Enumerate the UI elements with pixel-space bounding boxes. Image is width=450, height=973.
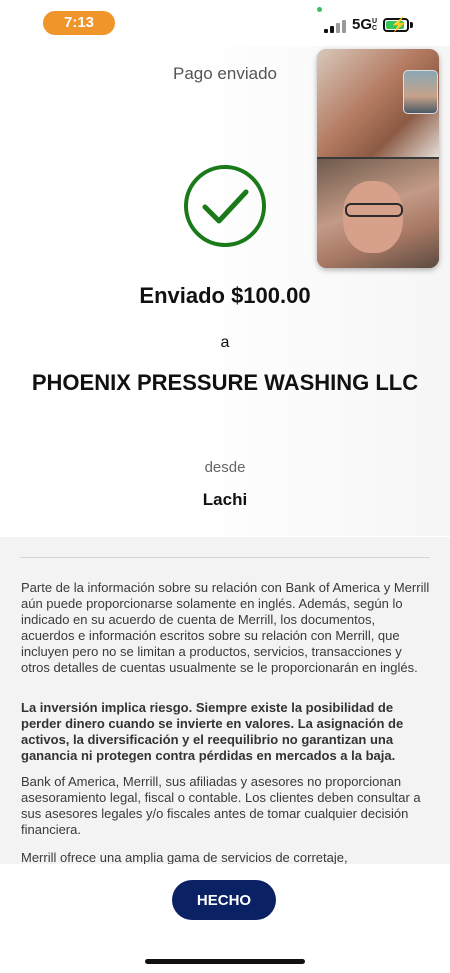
section-divider bbox=[20, 557, 430, 558]
disclaimer-paragraph: Bank of America, Merrill, sus afiliadas … bbox=[21, 774, 421, 837]
video-call-overlay[interactable] bbox=[317, 49, 439, 268]
battery-cap bbox=[410, 22, 413, 28]
from-account-name: Lachi bbox=[202, 490, 248, 509]
network-type: 5GUC bbox=[352, 16, 377, 33]
disclaimer-section[interactable]: Parte de la información sobre su relació… bbox=[0, 537, 450, 864]
sent-amount: Enviado $100.00 bbox=[139, 283, 311, 308]
done-button[interactable]: HECHO bbox=[172, 880, 276, 920]
self-view-thumbnail[interactable] bbox=[403, 70, 438, 114]
to-label: a bbox=[220, 334, 230, 351]
payee-name: PHOENIX PRESSURE WASHING LLC bbox=[31, 370, 419, 395]
network-suffix: UC bbox=[372, 18, 378, 33]
participant-video-feed bbox=[317, 159, 439, 268]
home-indicator[interactable] bbox=[145, 959, 305, 964]
network-label: 5G bbox=[352, 16, 373, 33]
disclaimer-paragraph: Merrill ofrece una amplia gama de servic… bbox=[21, 850, 348, 864]
battery-icon: ⚡ bbox=[383, 16, 409, 32]
cellular-signal-icon bbox=[324, 19, 348, 33]
participant-face bbox=[343, 181, 403, 253]
disclaimer-paragraph-risk: La inversión implica riesgo. Siempre exi… bbox=[21, 700, 404, 763]
status-bar: 7:13 5GUC ⚡ bbox=[0, 0, 450, 46]
charging-bolt-icon: ⚡ bbox=[390, 16, 408, 32]
status-time[interactable]: 7:13 bbox=[43, 11, 115, 35]
mic-indicator-icon bbox=[317, 7, 322, 12]
disclaimer-paragraph: Parte de la información sobre su relació… bbox=[21, 580, 430, 675]
from-label: desde bbox=[204, 459, 246, 476]
participant-glasses bbox=[345, 203, 403, 217]
check-circle-icon bbox=[184, 165, 266, 247]
